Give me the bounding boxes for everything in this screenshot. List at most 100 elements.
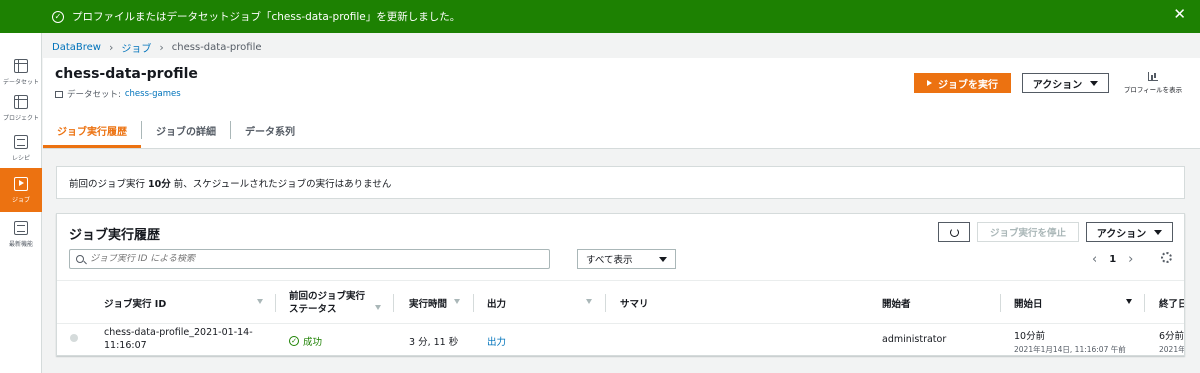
document-icon (14, 220, 28, 235)
nav-item-recipes[interactable]: レシピ (0, 126, 42, 170)
check-circle-icon: ✓ (289, 336, 299, 346)
sort-icon[interactable] (375, 281, 385, 325)
column-header-output[interactable]: 出力 (487, 281, 506, 325)
breadcrumb-databrew[interactable]: DataBrew (52, 42, 101, 53)
column-divider (275, 294, 276, 312)
column-divider (1144, 294, 1145, 312)
gear-icon[interactable] (1161, 252, 1172, 263)
sort-icon[interactable] (1126, 281, 1136, 325)
cell-output-link[interactable]: 出力 (487, 334, 506, 348)
column-label: 開始者 (882, 299, 911, 310)
column-header-start-date[interactable]: 開始日 (1014, 281, 1043, 325)
table-row[interactable]: chess-data-profile_2021-01-14- 11:16:07 … (57, 324, 1185, 355)
column-header-end-date[interactable]: 終了日 (1159, 281, 1185, 325)
table-title: ジョブ実行履歴 (69, 228, 161, 243)
cell-status: ✓ 成功 (289, 334, 322, 348)
run-job-label: ジョブを実行 (938, 79, 998, 91)
end-date-absolute: 2021年1月14日, 11:20:07 午前 (1159, 345, 1185, 354)
view-profile-button[interactable]: プロフィールを表示 (1123, 72, 1183, 94)
column-label: サマリ (620, 299, 649, 310)
left-nav: ☰ データセット プロジェクト レシピ ジョブ 最新機能 (0, 0, 42, 373)
cell-started-by: administrator (882, 334, 947, 345)
play-icon (927, 80, 932, 86)
column-header-duration[interactable]: 実行時間 (409, 281, 447, 325)
nav-item-label: ジョブ (11, 196, 30, 204)
column-label: 終了日 (1159, 299, 1185, 310)
sort-caret-icon (454, 299, 460, 304)
search-field[interactable] (69, 249, 550, 269)
status-text: 成功 (303, 337, 323, 348)
info-suffix: 前、スケジュールされたジョブの実行はありません (170, 178, 392, 190)
current-page[interactable]: 1 (1109, 254, 1116, 265)
cell-start-date: 10分前 2021年1月14日, 11:16:07 午前 (1014, 328, 1126, 355)
info-prefix: 前回のジョブ実行 (69, 178, 149, 190)
row-select-radio[interactable] (70, 334, 78, 342)
sort-icon[interactable] (586, 281, 596, 325)
caret-down-icon (659, 256, 667, 262)
chevron-right-icon: › (108, 41, 114, 54)
dataset-icon (55, 90, 63, 98)
cell-duration: 3 分, 11 秒 (409, 337, 459, 348)
check-circle-icon: ✓ (52, 10, 64, 23)
run-job-button[interactable]: ジョブを実行 (914, 73, 1011, 93)
table-icon (14, 58, 28, 73)
column-divider (605, 294, 606, 312)
refresh-button[interactable] (938, 222, 970, 242)
dataset-label: データセット: (67, 90, 121, 100)
column-header-summary[interactable]: サマリ (620, 281, 649, 325)
column-header-id[interactable]: ジョブ実行 ID (104, 281, 166, 325)
sort-icon[interactable] (454, 281, 464, 325)
header-actions-button[interactable]: アクション (1022, 73, 1109, 93)
page-header: chess-data-profile データセット: chess-games ジ… (43, 58, 1200, 148)
end-date-relative: 6分前 (1159, 331, 1185, 342)
table-actions-button[interactable]: アクション (1086, 222, 1173, 242)
caret-down-icon (1090, 80, 1099, 86)
job-run-id-line: 11:16:07 (104, 339, 147, 351)
tab-job-run-history[interactable]: ジョブ実行履歴 (43, 112, 141, 148)
play-icon (14, 176, 28, 191)
refresh-icon (949, 227, 959, 237)
search-icon (76, 255, 84, 263)
search-input[interactable] (90, 254, 530, 264)
nav-item-label: 最新機能 (8, 240, 33, 248)
pagination: ‹ 1 › (1092, 252, 1133, 267)
column-label: 開始日 (1014, 299, 1043, 310)
prev-page-icon[interactable]: ‹ (1092, 252, 1097, 267)
nav-item-label: レシピ (11, 154, 30, 162)
column-header-started-by[interactable]: 開始者 (882, 281, 911, 325)
caret-down-icon (1154, 229, 1163, 235)
job-run-id-line: chess-data-profile_2021-01-14- (104, 327, 253, 338)
column-label: 前回のジョブ実行 (289, 290, 366, 302)
column-divider (473, 294, 474, 312)
bar-chart-icon (1148, 72, 1158, 81)
success-flash-banner: ✓ プロファイルまたはデータセットジョブ「chess-data-profile」… (0, 0, 1200, 33)
actions-label: アクション (1032, 79, 1083, 91)
last-run-info: 前回のジョブ実行 10分 前、スケジュールされたジョブの実行はありません (56, 166, 1185, 199)
start-date-absolute: 2021年1月14日, 11:16:07 午前 (1014, 345, 1126, 354)
nav-item-label: プロジェクト (2, 114, 39, 122)
close-icon[interactable]: ✕ (1173, 7, 1186, 22)
next-page-icon[interactable]: › (1128, 252, 1133, 267)
table-header: ジョブ実行 ID 前回のジョブ実行 ステータス 実行時間 出力 サマリ 開始者 … (57, 280, 1185, 325)
sort-icon[interactable] (257, 281, 267, 325)
filter-select[interactable]: すべて表示 (577, 249, 676, 269)
dataset-line: データセット: chess-games (55, 88, 181, 100)
tab-data-lineage[interactable]: データ系列 (231, 112, 309, 148)
nav-item-jobs[interactable]: ジョブ (0, 168, 42, 212)
breadcrumb-jobs[interactable]: ジョブ (121, 40, 151, 55)
tab-job-details[interactable]: ジョブの詳細 (142, 112, 230, 148)
column-header-status[interactable]: 前回のジョブ実行 ステータス (289, 281, 365, 325)
actions-label: アクション (1096, 228, 1147, 240)
sort-caret-icon (257, 299, 263, 304)
nav-item-projects[interactable]: プロジェクト (0, 86, 42, 130)
column-label: ジョブ実行 ID (104, 299, 167, 310)
view-profile-label: プロフィールを表示 (1123, 86, 1183, 94)
nav-item-whats-new[interactable]: 最新機能 (0, 212, 42, 256)
tabs: ジョブ実行履歴 ジョブの詳細 データ系列 (43, 112, 1200, 148)
dataset-link[interactable]: chess-games (125, 89, 181, 99)
stop-job-run-button[interactable]: ジョブ実行を停止 (977, 222, 1079, 242)
chevron-right-icon: › (159, 41, 164, 54)
column-divider (393, 294, 394, 312)
column-label: ステータス (289, 304, 337, 315)
info-duration: 10分 (148, 178, 171, 190)
